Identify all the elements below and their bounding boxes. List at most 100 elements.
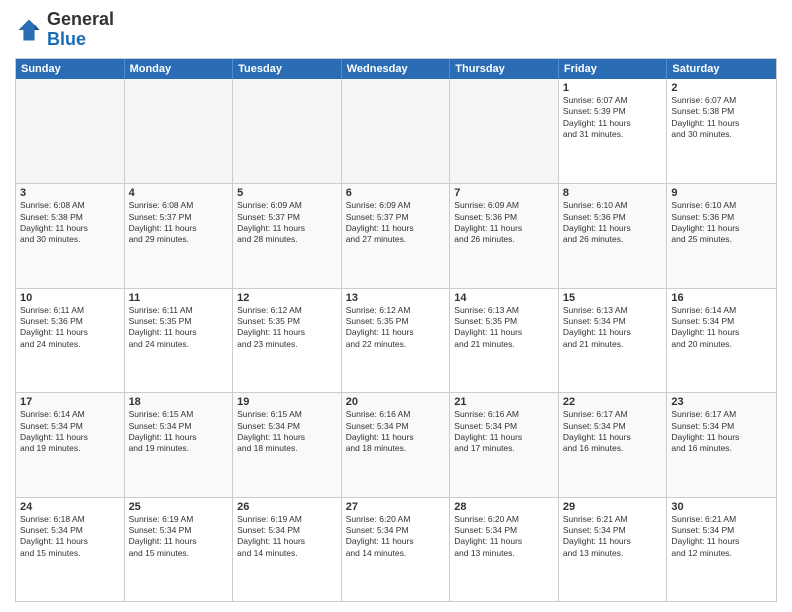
calendar-week-4: 17Sunrise: 6:14 AM Sunset: 5:34 PM Dayli… — [16, 392, 776, 496]
day-info: Sunrise: 6:12 AM Sunset: 5:35 PM Dayligh… — [237, 305, 337, 351]
calendar-day-4: 4Sunrise: 6:08 AM Sunset: 5:37 PM Daylig… — [125, 184, 234, 287]
calendar-day-25: 25Sunrise: 6:19 AM Sunset: 5:34 PM Dayli… — [125, 498, 234, 601]
calendar-day-8: 8Sunrise: 6:10 AM Sunset: 5:36 PM Daylig… — [559, 184, 668, 287]
day-number: 6 — [346, 187, 446, 199]
calendar-day-18: 18Sunrise: 6:15 AM Sunset: 5:34 PM Dayli… — [125, 393, 234, 496]
logo: General Blue — [15, 10, 114, 50]
day-info: Sunrise: 6:10 AM Sunset: 5:36 PM Dayligh… — [563, 200, 663, 246]
day-number: 20 — [346, 396, 446, 408]
day-info: Sunrise: 6:20 AM Sunset: 5:34 PM Dayligh… — [454, 514, 554, 560]
calendar-week-5: 24Sunrise: 6:18 AM Sunset: 5:34 PM Dayli… — [16, 497, 776, 601]
calendar-header: SundayMondayTuesdayWednesdayThursdayFrid… — [16, 59, 776, 79]
calendar-week-1: 1Sunrise: 6:07 AM Sunset: 5:39 PM Daylig… — [16, 79, 776, 183]
day-number: 28 — [454, 501, 554, 513]
calendar-weekday-saturday: Saturday — [667, 59, 776, 79]
day-number: 4 — [129, 187, 229, 199]
calendar-day-16: 16Sunrise: 6:14 AM Sunset: 5:34 PM Dayli… — [667, 289, 776, 392]
calendar-day-13: 13Sunrise: 6:12 AM Sunset: 5:35 PM Dayli… — [342, 289, 451, 392]
day-number: 23 — [671, 396, 772, 408]
day-number: 10 — [20, 292, 120, 304]
day-number: 2 — [671, 82, 772, 94]
calendar-day-21: 21Sunrise: 6:16 AM Sunset: 5:34 PM Dayli… — [450, 393, 559, 496]
calendar-day-9: 9Sunrise: 6:10 AM Sunset: 5:36 PM Daylig… — [667, 184, 776, 287]
day-info: Sunrise: 6:19 AM Sunset: 5:34 PM Dayligh… — [237, 514, 337, 560]
calendar-empty-cell — [125, 79, 234, 183]
day-info: Sunrise: 6:09 AM Sunset: 5:37 PM Dayligh… — [346, 200, 446, 246]
calendar-weekday-tuesday: Tuesday — [233, 59, 342, 79]
calendar-body: 1Sunrise: 6:07 AM Sunset: 5:39 PM Daylig… — [16, 79, 776, 601]
calendar-weekday-thursday: Thursday — [450, 59, 559, 79]
calendar-day-30: 30Sunrise: 6:21 AM Sunset: 5:34 PM Dayli… — [667, 498, 776, 601]
calendar-day-3: 3Sunrise: 6:08 AM Sunset: 5:38 PM Daylig… — [16, 184, 125, 287]
calendar-weekday-monday: Monday — [125, 59, 234, 79]
day-info: Sunrise: 6:18 AM Sunset: 5:34 PM Dayligh… — [20, 514, 120, 560]
logo-text: General Blue — [47, 10, 114, 50]
calendar-weekday-wednesday: Wednesday — [342, 59, 451, 79]
day-number: 30 — [671, 501, 772, 513]
day-info: Sunrise: 6:17 AM Sunset: 5:34 PM Dayligh… — [563, 409, 663, 455]
day-number: 21 — [454, 396, 554, 408]
day-info: Sunrise: 6:08 AM Sunset: 5:38 PM Dayligh… — [20, 200, 120, 246]
day-info: Sunrise: 6:11 AM Sunset: 5:36 PM Dayligh… — [20, 305, 120, 351]
day-info: Sunrise: 6:07 AM Sunset: 5:38 PM Dayligh… — [671, 95, 772, 141]
day-info: Sunrise: 6:21 AM Sunset: 5:34 PM Dayligh… — [563, 514, 663, 560]
page: General Blue SundayMondayTuesdayWednesda… — [0, 0, 792, 612]
day-number: 8 — [563, 187, 663, 199]
calendar-weekday-sunday: Sunday — [16, 59, 125, 79]
calendar-day-29: 29Sunrise: 6:21 AM Sunset: 5:34 PM Dayli… — [559, 498, 668, 601]
day-number: 9 — [671, 187, 772, 199]
day-info: Sunrise: 6:13 AM Sunset: 5:35 PM Dayligh… — [454, 305, 554, 351]
day-info: Sunrise: 6:11 AM Sunset: 5:35 PM Dayligh… — [129, 305, 229, 351]
calendar-empty-cell — [233, 79, 342, 183]
calendar-day-22: 22Sunrise: 6:17 AM Sunset: 5:34 PM Dayli… — [559, 393, 668, 496]
day-info: Sunrise: 6:16 AM Sunset: 5:34 PM Dayligh… — [454, 409, 554, 455]
day-number: 12 — [237, 292, 337, 304]
calendar-day-28: 28Sunrise: 6:20 AM Sunset: 5:34 PM Dayli… — [450, 498, 559, 601]
calendar-day-23: 23Sunrise: 6:17 AM Sunset: 5:34 PM Dayli… — [667, 393, 776, 496]
header: General Blue — [15, 10, 777, 50]
day-number: 3 — [20, 187, 120, 199]
day-info: Sunrise: 6:09 AM Sunset: 5:37 PM Dayligh… — [237, 200, 337, 246]
day-info: Sunrise: 6:12 AM Sunset: 5:35 PM Dayligh… — [346, 305, 446, 351]
day-info: Sunrise: 6:10 AM Sunset: 5:36 PM Dayligh… — [671, 200, 772, 246]
day-number: 15 — [563, 292, 663, 304]
calendar-empty-cell — [450, 79, 559, 183]
calendar-day-1: 1Sunrise: 6:07 AM Sunset: 5:39 PM Daylig… — [559, 79, 668, 183]
calendar-day-12: 12Sunrise: 6:12 AM Sunset: 5:35 PM Dayli… — [233, 289, 342, 392]
day-info: Sunrise: 6:19 AM Sunset: 5:34 PM Dayligh… — [129, 514, 229, 560]
calendar-day-15: 15Sunrise: 6:13 AM Sunset: 5:34 PM Dayli… — [559, 289, 668, 392]
day-info: Sunrise: 6:14 AM Sunset: 5:34 PM Dayligh… — [20, 409, 120, 455]
day-number: 16 — [671, 292, 772, 304]
day-info: Sunrise: 6:16 AM Sunset: 5:34 PM Dayligh… — [346, 409, 446, 455]
day-number: 25 — [129, 501, 229, 513]
day-number: 24 — [20, 501, 120, 513]
calendar-day-11: 11Sunrise: 6:11 AM Sunset: 5:35 PM Dayli… — [125, 289, 234, 392]
calendar-day-6: 6Sunrise: 6:09 AM Sunset: 5:37 PM Daylig… — [342, 184, 451, 287]
calendar-day-2: 2Sunrise: 6:07 AM Sunset: 5:38 PM Daylig… — [667, 79, 776, 183]
day-number: 1 — [563, 82, 663, 94]
day-info: Sunrise: 6:14 AM Sunset: 5:34 PM Dayligh… — [671, 305, 772, 351]
day-number: 22 — [563, 396, 663, 408]
calendar-week-2: 3Sunrise: 6:08 AM Sunset: 5:38 PM Daylig… — [16, 183, 776, 287]
calendar: SundayMondayTuesdayWednesdayThursdayFrid… — [15, 58, 777, 602]
day-number: 14 — [454, 292, 554, 304]
day-info: Sunrise: 6:20 AM Sunset: 5:34 PM Dayligh… — [346, 514, 446, 560]
day-number: 11 — [129, 292, 229, 304]
calendar-day-24: 24Sunrise: 6:18 AM Sunset: 5:34 PM Dayli… — [16, 498, 125, 601]
day-info: Sunrise: 6:21 AM Sunset: 5:34 PM Dayligh… — [671, 514, 772, 560]
day-number: 17 — [20, 396, 120, 408]
day-info: Sunrise: 6:15 AM Sunset: 5:34 PM Dayligh… — [237, 409, 337, 455]
day-number: 19 — [237, 396, 337, 408]
day-number: 27 — [346, 501, 446, 513]
day-info: Sunrise: 6:13 AM Sunset: 5:34 PM Dayligh… — [563, 305, 663, 351]
calendar-day-10: 10Sunrise: 6:11 AM Sunset: 5:36 PM Dayli… — [16, 289, 125, 392]
day-number: 18 — [129, 396, 229, 408]
day-info: Sunrise: 6:15 AM Sunset: 5:34 PM Dayligh… — [129, 409, 229, 455]
calendar-day-14: 14Sunrise: 6:13 AM Sunset: 5:35 PM Dayli… — [450, 289, 559, 392]
day-number: 7 — [454, 187, 554, 199]
calendar-week-3: 10Sunrise: 6:11 AM Sunset: 5:36 PM Dayli… — [16, 288, 776, 392]
calendar-day-27: 27Sunrise: 6:20 AM Sunset: 5:34 PM Dayli… — [342, 498, 451, 601]
calendar-empty-cell — [342, 79, 451, 183]
day-info: Sunrise: 6:08 AM Sunset: 5:37 PM Dayligh… — [129, 200, 229, 246]
calendar-day-5: 5Sunrise: 6:09 AM Sunset: 5:37 PM Daylig… — [233, 184, 342, 287]
